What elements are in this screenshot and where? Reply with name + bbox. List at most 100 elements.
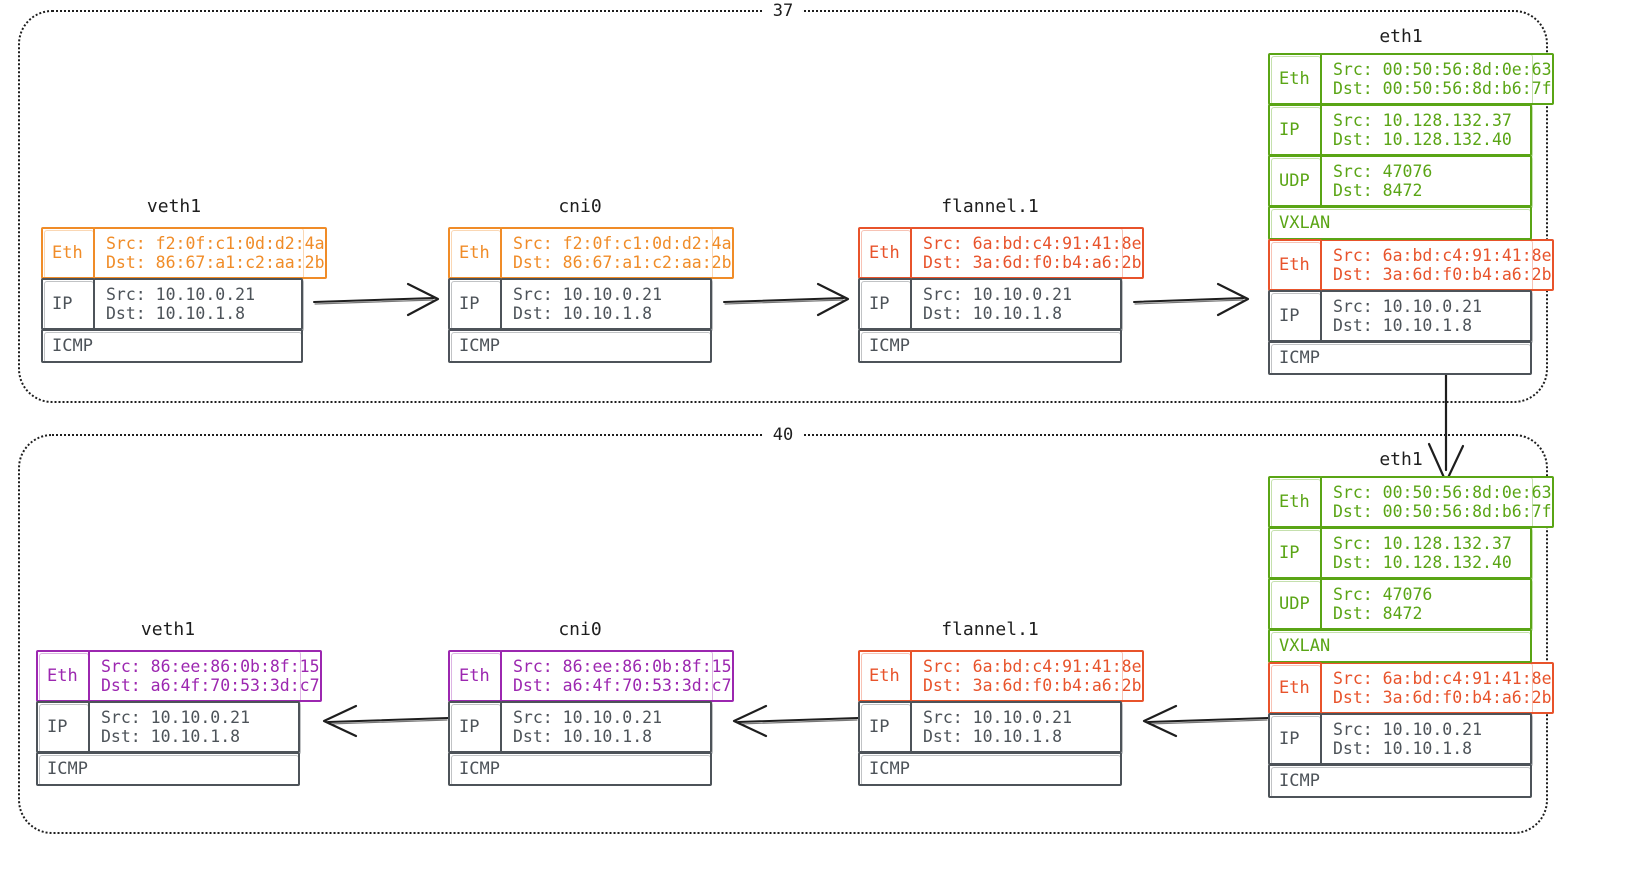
iface-title-bottom-eth1: eth1 — [1379, 449, 1423, 470]
layer-body-inner-ip: Src: 10.10.0.21 Dst: 10.10.1.8 — [1320, 713, 1532, 765]
packet-stack-bottom-eth1: Eth Src: 00:50:56:8d:0e:63 Dst: 00:50:56:… — [1268, 476, 1554, 798]
packet-stack-bottom-flannel1: Eth Src: 6a:bd:c4:91:41:8e Dst: 3a:6d:f0:… — [858, 650, 1144, 786]
layer-ip: IP Src: 10.10.0.21 Dst: 10.10.1.8 — [448, 278, 712, 330]
outer-ip-src: Src: 10.128.132.37 — [1333, 534, 1512, 553]
layer-inner-ip: IP Src: 10.10.0.21 Dst: 10.10.1.8 — [1268, 713, 1532, 765]
layer-body-outer-eth: Src: 00:50:56:8d:0e:63 Dst: 00:50:56:8d:b… — [1320, 53, 1554, 105]
layer-tag-udp: UDP — [1268, 155, 1322, 207]
layer-body-outer-ip: Src: 10.128.132.37 Dst: 10.128.132.40 — [1320, 527, 1532, 579]
outer-eth-dst: Dst: 00:50:56:8d:b6:7f — [1333, 502, 1552, 521]
layer-tag-icmp: ICMP — [1268, 341, 1532, 375]
layer-body-eth: Src: 6a:bd:c4:91:41:8e Dst: 3a:6d:f0:b4:a… — [910, 650, 1144, 702]
layer-tag-ip: IP — [1268, 104, 1322, 156]
layer-udp: UDP Src: 47076 Dst: 8472 — [1268, 155, 1532, 207]
ip-src: Src: 10.10.0.21 — [106, 285, 256, 304]
outer-eth-src: Src: 00:50:56:8d:0e:63 — [1333, 60, 1552, 79]
layer-tag-ip: IP — [1268, 713, 1322, 765]
layer-tag-icmp: ICMP — [1268, 764, 1532, 798]
layer-body-eth: Src: f2:0f:c1:0d:d2:4a Dst: 86:67:a1:c2:a… — [500, 227, 734, 279]
eth-dst: Dst: 86:67:a1:c2:aa:2b — [106, 253, 325, 272]
inner-ip-dst: Dst: 10.10.1.8 — [1333, 739, 1473, 758]
layer-body-inner-eth: Src: 6a:bd:c4:91:41:8e Dst: 3a:6d:f0:b4:a… — [1320, 239, 1554, 291]
layer-tag-eth: Eth — [448, 650, 502, 702]
layer-eth: Eth Src: 6a:bd:c4:91:41:8e Dst: 3a:6d:f0:… — [858, 650, 1144, 702]
iface-title-top-eth1: eth1 — [1379, 26, 1423, 47]
layer-ip: IP Src: 10.10.0.21 Dst: 10.10.1.8 — [448, 701, 712, 753]
layer-tag-icmp: ICMP — [36, 752, 300, 786]
iface-title-bottom-veth1: veth1 — [140, 619, 196, 640]
layer-outer-ip: IP Src: 10.128.132.37 Dst: 10.128.132.40 — [1268, 104, 1532, 156]
layer-icmp: ICMP — [858, 752, 1122, 786]
layer-body-eth: Src: 86:ee:86:0b:8f:15 Dst: a6:4f:70:53:3… — [88, 650, 322, 702]
layer-vxlan: VXLAN — [1268, 206, 1532, 240]
layer-tag-ip: IP — [858, 278, 912, 330]
layer-inner-eth: Eth Src: 6a:bd:c4:91:41:8e Dst: 3a:6d:f0:… — [1268, 662, 1554, 714]
layer-tag-ip: IP — [1268, 527, 1322, 579]
layer-eth: Eth Src: f2:0f:c1:0d:d2:4a Dst: 86:67:a1:… — [41, 227, 327, 279]
inner-ip-src: Src: 10.10.0.21 — [1333, 720, 1483, 739]
inner-ip-dst: Dst: 10.10.1.8 — [1333, 316, 1473, 335]
layer-tag-vxlan: VXLAN — [1268, 629, 1532, 663]
layer-tag-icmp: ICMP — [858, 329, 1122, 363]
layer-tag-eth: Eth — [858, 227, 912, 279]
ip-src: Src: 10.10.0.21 — [513, 708, 663, 727]
layer-tag-icmp: ICMP — [448, 752, 712, 786]
layer-body-eth: Src: f2:0f:c1:0d:d2:4a Dst: 86:67:a1:c2:a… — [93, 227, 327, 279]
layer-tag-eth: Eth — [858, 650, 912, 702]
outer-ip-dst: Dst: 10.128.132.40 — [1333, 130, 1512, 149]
ip-dst: Dst: 10.10.1.8 — [923, 304, 1063, 323]
layer-body-outer-eth: Src: 00:50:56:8d:0e:63 Dst: 00:50:56:8d:b… — [1320, 476, 1554, 528]
layer-tag-vxlan: VXLAN — [1268, 206, 1532, 240]
eth-src: Src: 86:ee:86:0b:8f:15 — [101, 657, 320, 676]
layer-eth: Eth Src: f2:0f:c1:0d:d2:4a Dst: 86:67:a1:… — [448, 227, 734, 279]
iface-title-bottom-cni0: cni0 — [558, 619, 602, 640]
layer-tag-ip: IP — [448, 278, 502, 330]
layer-tag-icmp: ICMP — [41, 329, 303, 363]
layer-body-ip: Src: 10.10.0.21 Dst: 10.10.1.8 — [93, 278, 303, 330]
layer-outer-ip: IP Src: 10.128.132.37 Dst: 10.128.132.40 — [1268, 527, 1532, 579]
layer-body-inner-eth: Src: 6a:bd:c4:91:41:8e Dst: 3a:6d:f0:b4:a… — [1320, 662, 1554, 714]
eth-src: Src: f2:0f:c1:0d:d2:4a — [513, 234, 732, 253]
layer-inner-ip: IP Src: 10.10.0.21 Dst: 10.10.1.8 — [1268, 290, 1532, 342]
eth-src: Src: 6a:bd:c4:91:41:8e — [923, 234, 1142, 253]
iface-title-top-cni0: cni0 — [558, 196, 602, 217]
eth-dst: Dst: 3a:6d:f0:b4:a6:2b — [923, 676, 1142, 695]
layer-vxlan: VXLAN — [1268, 629, 1532, 663]
eth-dst: Dst: 3a:6d:f0:b4:a6:2b — [923, 253, 1142, 272]
layer-body-ip: Src: 10.10.0.21 Dst: 10.10.1.8 — [500, 278, 712, 330]
layer-body-ip: Src: 10.10.0.21 Dst: 10.10.1.8 — [88, 701, 300, 753]
layer-body-inner-ip: Src: 10.10.0.21 Dst: 10.10.1.8 — [1320, 290, 1532, 342]
layer-outer-eth: Eth Src: 00:50:56:8d:0e:63 Dst: 00:50:56:… — [1268, 476, 1554, 528]
ip-src: Src: 10.10.0.21 — [923, 708, 1073, 727]
ip-src: Src: 10.10.0.21 — [923, 285, 1073, 304]
layer-ip: IP Src: 10.10.0.21 Dst: 10.10.1.8 — [858, 701, 1122, 753]
layer-tag-ip: IP — [858, 701, 912, 753]
layer-body-outer-ip: Src: 10.128.132.37 Dst: 10.128.132.40 — [1320, 104, 1532, 156]
ip-dst: Dst: 10.10.1.8 — [513, 727, 653, 746]
outer-ip-dst: Dst: 10.128.132.40 — [1333, 553, 1512, 572]
inner-ip-src: Src: 10.10.0.21 — [1333, 297, 1483, 316]
packet-stack-top-flannel1: Eth Src: 6a:bd:c4:91:41:8e Dst: 3a:6d:f0:… — [858, 227, 1144, 363]
packet-stack-bottom-cni0: Eth Src: 86:ee:86:0b:8f:15 Dst: a6:4f:70:… — [448, 650, 734, 786]
host-label-37: 37 — [762, 0, 804, 24]
layer-ip: IP Src: 10.10.0.21 Dst: 10.10.1.8 — [41, 278, 303, 330]
layer-body-eth: Src: 6a:bd:c4:91:41:8e Dst: 3a:6d:f0:b4:a… — [910, 227, 1144, 279]
outer-eth-dst: Dst: 00:50:56:8d:b6:7f — [1333, 79, 1552, 98]
layer-tag-eth: Eth — [1268, 662, 1322, 714]
layer-tag-eth: Eth — [1268, 53, 1322, 105]
layer-eth: Eth Src: 6a:bd:c4:91:41:8e Dst: 3a:6d:f0:… — [858, 227, 1144, 279]
udp-dst: Dst: 8472 — [1333, 181, 1423, 200]
layer-tag-eth: Eth — [1268, 476, 1322, 528]
layer-tag-eth: Eth — [36, 650, 90, 702]
iface-title-top-veth1: veth1 — [146, 196, 202, 217]
inner-eth-src: Src: 6a:bd:c4:91:41:8e — [1333, 246, 1552, 265]
layer-icmp: ICMP — [41, 329, 303, 363]
inner-eth-dst: Dst: 3a:6d:f0:b4:a6:2b — [1333, 688, 1552, 707]
ip-dst: Dst: 10.10.1.8 — [513, 304, 653, 323]
layer-tag-icmp: ICMP — [448, 329, 712, 363]
layer-icmp: ICMP — [36, 752, 300, 786]
layer-tag-ip: IP — [448, 701, 502, 753]
eth-src: Src: f2:0f:c1:0d:d2:4a — [106, 234, 325, 253]
layer-icmp: ICMP — [1268, 341, 1532, 375]
eth-src: Src: 6a:bd:c4:91:41:8e — [923, 657, 1142, 676]
